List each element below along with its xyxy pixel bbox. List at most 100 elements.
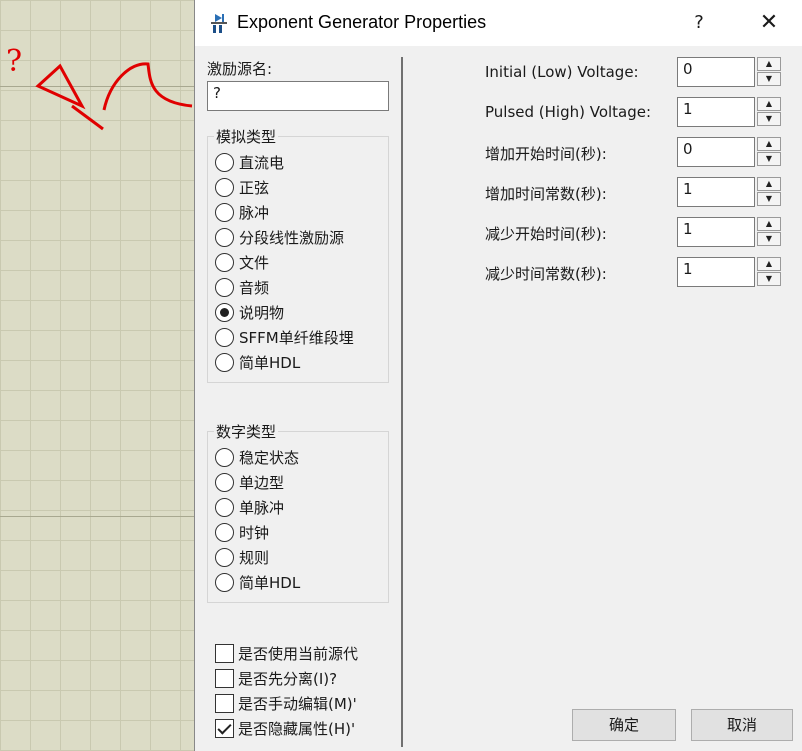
radio-button[interactable] xyxy=(215,277,234,297)
analog-option-label: 简单HDL xyxy=(239,353,301,372)
close-button[interactable]: ✕ xyxy=(743,6,795,40)
properties-dialog: Exponent Generator Properties ? ✕ 激励源名: … xyxy=(194,0,802,751)
parameter-value-input[interactable]: 1 xyxy=(677,217,755,247)
spin-up-icon[interactable]: ▲ xyxy=(757,97,781,111)
stimulus-name-label: 激励源名: xyxy=(207,60,273,78)
spin-down-icon[interactable]: ▼ xyxy=(757,72,781,86)
option-checkbox-row[interactable]: 是否手动编辑(M)' xyxy=(215,692,362,714)
annotation-curve xyxy=(102,62,193,111)
analog-option[interactable]: 直流电 xyxy=(215,151,284,173)
radio-button[interactable] xyxy=(215,547,234,567)
digital-option-label: 时钟 xyxy=(239,523,270,542)
checkbox[interactable] xyxy=(215,668,234,688)
radio-button[interactable] xyxy=(215,227,234,247)
analog-option[interactable]: 简单HDL xyxy=(215,351,300,373)
parameter-label: Initial (Low) Voltage: xyxy=(485,63,639,81)
analog-option-label: 音频 xyxy=(239,278,270,297)
radio-button[interactable] xyxy=(215,327,234,347)
spin-down-icon[interactable]: ▼ xyxy=(757,152,781,166)
schematic-canvas[interactable]: ? xyxy=(0,0,194,751)
analog-option[interactable]: 脉冲 xyxy=(215,201,269,223)
checkbox[interactable] xyxy=(215,693,234,713)
parameter-label: 增加时间常数(秒): xyxy=(485,185,607,203)
analog-option[interactable]: 音频 xyxy=(215,276,269,298)
digital-option[interactable]: 单边型 xyxy=(215,471,284,493)
digital-option[interactable]: 简单HDL xyxy=(215,571,300,593)
option-checkbox-row[interactable]: 是否隐藏属性(H)' xyxy=(215,717,362,739)
radio-button[interactable] xyxy=(215,522,234,542)
help-button[interactable]: ? xyxy=(675,6,723,40)
parameter-spinbox: 1 ▲ ▼ xyxy=(677,217,783,247)
analog-option-label: 文件 xyxy=(239,253,270,272)
radio-button[interactable] xyxy=(215,202,234,222)
analog-option[interactable]: 分段线性激励源 xyxy=(215,226,344,248)
parameter-value-input[interactable]: 1 xyxy=(677,257,755,287)
title-bar: Exponent Generator Properties ? ✕ xyxy=(195,0,802,46)
spin-down-icon[interactable]: ▼ xyxy=(757,112,781,126)
generator-icon xyxy=(211,14,227,33)
option-checkbox-row[interactable]: 是否使用当前源代 xyxy=(215,642,362,664)
parameter-spinbox: 0 ▲ ▼ xyxy=(677,57,783,87)
red-annotation-strokes xyxy=(35,62,193,131)
radio-button[interactable] xyxy=(215,572,234,592)
analog-type-title: 模拟类型 xyxy=(214,126,279,147)
checkbox[interactable] xyxy=(215,718,234,738)
analog-option[interactable]: 文件 xyxy=(215,251,269,273)
parameter-label: 减少时间常数(秒): xyxy=(485,265,607,283)
spin-up-icon[interactable]: ▲ xyxy=(757,137,781,151)
digital-option[interactable]: 稳定状态 xyxy=(215,446,299,468)
radio-button[interactable] xyxy=(215,447,234,467)
digital-option[interactable]: 单脉冲 xyxy=(215,496,284,518)
spin-down-icon[interactable]: ▼ xyxy=(757,272,781,286)
spin-up-icon[interactable]: ▲ xyxy=(757,257,781,271)
parameter-spinbox: 1 ▲ ▼ xyxy=(677,257,783,287)
parameter-spinbox: 1 ▲ ▼ xyxy=(677,177,783,207)
radio-button[interactable] xyxy=(215,352,234,372)
checkbox-label: 是否隐藏属性(H)' xyxy=(238,719,356,738)
radio-button[interactable] xyxy=(215,152,234,172)
digital-option-label: 简单HDL xyxy=(239,573,301,592)
annotation-triangle xyxy=(35,63,86,110)
vertical-divider xyxy=(401,57,403,747)
digital-type-title: 数字类型 xyxy=(214,421,279,442)
checkbox[interactable] xyxy=(215,643,234,663)
analog-option[interactable]: SFFM单纤维段埋 xyxy=(215,326,354,348)
radio-button[interactable] xyxy=(215,177,234,197)
radio-button[interactable] xyxy=(215,472,234,492)
stimulus-name-input[interactable]: ? xyxy=(207,81,389,111)
parameter-label: 增加开始时间(秒): xyxy=(485,145,607,163)
digital-option-label: 单脉冲 xyxy=(239,498,285,517)
digital-option-label: 稳定状态 xyxy=(239,448,300,467)
parameter-spinbox: 0 ▲ ▼ xyxy=(677,137,783,167)
radio-button[interactable] xyxy=(215,302,234,322)
analog-option-label: 分段线性激励源 xyxy=(239,228,345,247)
digital-option[interactable]: 时钟 xyxy=(215,521,269,543)
spin-up-icon[interactable]: ▲ xyxy=(757,217,781,231)
spin-down-icon[interactable]: ▼ xyxy=(757,232,781,246)
analog-option[interactable]: 说明物 xyxy=(215,301,284,323)
ok-button[interactable]: 确定 xyxy=(572,709,676,741)
digital-option[interactable]: 规则 xyxy=(215,546,269,568)
analog-option-label: SFFM单纤维段埋 xyxy=(239,328,354,347)
analog-option-label: 直流电 xyxy=(239,153,285,172)
parameter-value-input[interactable]: 1 xyxy=(677,177,755,207)
parameter-value-input[interactable]: 0 xyxy=(677,57,755,87)
spin-down-icon[interactable]: ▼ xyxy=(757,192,781,206)
analog-option[interactable]: 正弦 xyxy=(215,176,269,198)
parameter-value-input[interactable]: 0 xyxy=(677,137,755,167)
digital-option-label: 规则 xyxy=(239,548,270,567)
analog-option-label: 脉冲 xyxy=(239,203,270,222)
option-checkbox-row[interactable]: 是否先分离(I)? xyxy=(215,667,362,689)
radio-button[interactable] xyxy=(215,497,234,517)
analog-option-label: 正弦 xyxy=(239,178,270,197)
checkbox-label: 是否手动编辑(M)' xyxy=(238,694,357,713)
checkbox-label: 是否先分离(I)? xyxy=(238,669,338,688)
spin-up-icon[interactable]: ▲ xyxy=(757,177,781,191)
window-title: Exponent Generator Properties xyxy=(237,12,487,32)
radio-button[interactable] xyxy=(215,252,234,272)
cancel-button[interactable]: 取消 xyxy=(691,709,793,741)
annotation-line xyxy=(71,104,104,131)
spin-up-icon[interactable]: ▲ xyxy=(757,57,781,71)
parameter-label: Pulsed (High) Voltage: xyxy=(485,103,652,121)
parameter-value-input[interactable]: 1 xyxy=(677,97,755,127)
